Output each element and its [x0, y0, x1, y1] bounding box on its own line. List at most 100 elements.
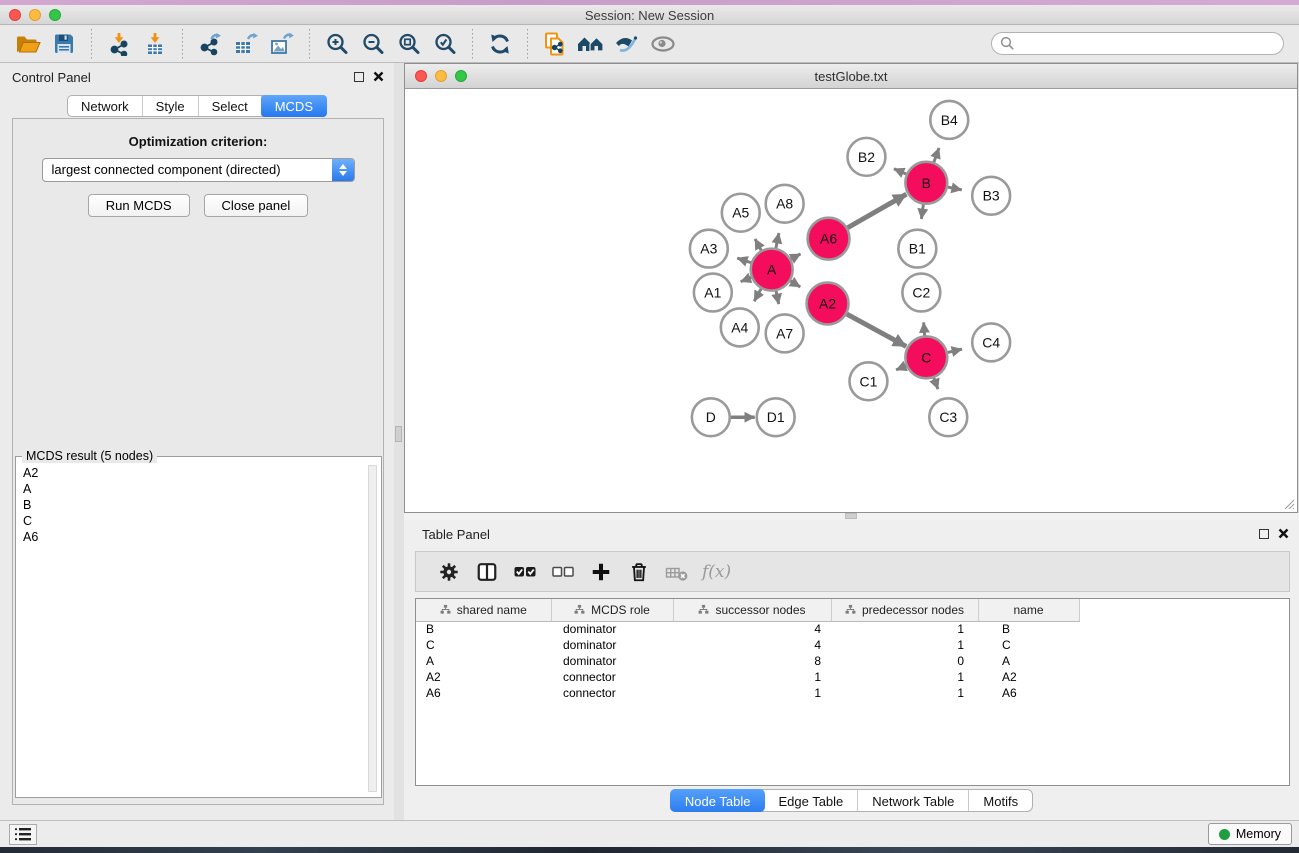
edge-C-C3[interactable]: [934, 378, 938, 389]
export-table-button[interactable]: [230, 28, 262, 60]
close-panel-icon[interactable]: [1278, 528, 1289, 539]
result-item-a6[interactable]: A6: [21, 529, 365, 545]
create-column-button[interactable]: [582, 555, 620, 589]
zoom-out-button[interactable]: [357, 28, 389, 60]
zoom-fit-button[interactable]: [393, 28, 425, 60]
edge-A-A1[interactable]: [741, 278, 752, 282]
cell-successor-nodes[interactable]: 4: [673, 621, 831, 637]
tab-style[interactable]: Style: [143, 96, 199, 116]
cell-name[interactable]: B: [978, 621, 1079, 637]
node-A8[interactable]: A8: [766, 185, 804, 223]
new-network-from-selection-button[interactable]: [539, 28, 571, 60]
column-header-name[interactable]: name: [978, 599, 1079, 621]
table-tab-network-table[interactable]: Network Table: [858, 790, 969, 811]
edge-A-A7[interactable]: [776, 291, 779, 304]
edge-B-B4[interactable]: [934, 148, 939, 162]
cell-successor-nodes[interactable]: 1: [673, 685, 831, 701]
table-tab-edge-table[interactable]: Edge Table: [764, 790, 858, 811]
import-table-button[interactable]: [139, 28, 171, 60]
table-row-b[interactable]: Bdominator41B: [416, 621, 1289, 637]
node-A5[interactable]: A5: [722, 194, 760, 232]
node-A2[interactable]: A2: [807, 283, 849, 325]
splitter-grip[interactable]: [395, 426, 402, 442]
node-B3[interactable]: B3: [972, 177, 1010, 215]
cell-predecessor-nodes[interactable]: 1: [831, 685, 978, 701]
cell-shared-name[interactable]: A2: [416, 669, 551, 685]
node-A1[interactable]: A1: [694, 274, 732, 312]
search-input[interactable]: [1020, 36, 1275, 51]
result-item-a[interactable]: A: [21, 481, 365, 497]
edge-A-A4[interactable]: [754, 289, 761, 301]
table-options-button[interactable]: [430, 555, 468, 589]
cell-successor-nodes[interactable]: 1: [673, 669, 831, 685]
tab-network[interactable]: Network: [68, 96, 143, 116]
splitter-grip[interactable]: [845, 513, 857, 519]
cell-shared-name[interactable]: A: [416, 653, 551, 669]
node-A3[interactable]: A3: [690, 230, 728, 268]
criterion-select[interactable]: largest connected component (directed): [42, 158, 355, 182]
cell-predecessor-nodes[interactable]: 0: [831, 653, 978, 669]
delete-column-button[interactable]: [620, 555, 658, 589]
float-panel-icon[interactable]: [1259, 529, 1269, 539]
node-D[interactable]: D: [692, 398, 730, 436]
node-A[interactable]: A: [751, 249, 793, 291]
node-C3[interactable]: C3: [929, 398, 967, 436]
vertical-splitter[interactable]: [394, 63, 404, 820]
network-canvas[interactable]: AA1A3A5A8A4A7A6A2BB2B4B3B1C2CC4C1C3DD1: [405, 89, 1297, 512]
cell-predecessor-nodes[interactable]: 1: [831, 621, 978, 637]
column-header-predecessor-nodes[interactable]: predecessor nodes: [831, 599, 978, 621]
node-B1[interactable]: B1: [898, 230, 936, 268]
edge-A6-B[interactable]: [848, 194, 907, 228]
edge-A2-C[interactable]: [847, 314, 906, 346]
import-network-button[interactable]: [103, 28, 135, 60]
open-session-button[interactable]: [12, 28, 44, 60]
edge-A-A6[interactable]: [791, 254, 801, 259]
cell-shared-name[interactable]: C: [416, 637, 551, 653]
close-panel-icon[interactable]: [373, 71, 384, 82]
save-session-button[interactable]: [48, 28, 80, 60]
horizontal-splitter[interactable]: [404, 513, 1299, 520]
edge-B-B1[interactable]: [921, 205, 923, 219]
table-tab-node-table[interactable]: Node Table: [670, 789, 766, 812]
hide-selected-button[interactable]: [611, 28, 643, 60]
cell-successor-nodes[interactable]: 4: [673, 637, 831, 653]
node-C4[interactable]: C4: [972, 323, 1010, 361]
function-builder-button[interactable]: f(x): [696, 555, 731, 589]
column-header-mcds-role[interactable]: MCDS role: [551, 599, 673, 621]
table-row-a2[interactable]: A2connector11A2: [416, 669, 1289, 685]
select-all-columns-button[interactable]: [506, 555, 544, 589]
result-scrollbar[interactable]: [368, 465, 377, 792]
cell-name[interactable]: A6: [978, 685, 1079, 701]
node-A6[interactable]: A6: [808, 218, 850, 260]
network-frame-titlebar[interactable]: testGlobe.txt: [405, 64, 1297, 89]
node-B4[interactable]: B4: [930, 101, 968, 139]
node-B2[interactable]: B2: [848, 138, 886, 176]
result-item-a2[interactable]: A2: [21, 465, 365, 481]
edge-C-C4[interactable]: [948, 349, 962, 352]
edge-C-C2[interactable]: [924, 322, 925, 335]
table-row-c[interactable]: Cdominator41C: [416, 637, 1289, 653]
float-panel-icon[interactable]: [354, 72, 364, 82]
edge-B-B3[interactable]: [948, 187, 962, 190]
tab-mcds[interactable]: MCDS: [261, 95, 327, 117]
cell-mcds-role[interactable]: connector: [551, 685, 673, 701]
node-D1[interactable]: D1: [757, 398, 795, 436]
result-item-c[interactable]: C: [21, 513, 365, 529]
export-network-button[interactable]: [194, 28, 226, 60]
cell-mcds-role[interactable]: dominator: [551, 637, 673, 653]
column-header-successor-nodes[interactable]: successor nodes: [673, 599, 831, 621]
zoom-selected-button[interactable]: [429, 28, 461, 60]
main-titlebar[interactable]: Session: New Session: [0, 5, 1299, 25]
column-header-shared-name[interactable]: shared name: [416, 599, 551, 621]
cell-shared-name[interactable]: A6: [416, 685, 551, 701]
apply-layout-button[interactable]: [484, 28, 516, 60]
table-row-a[interactable]: Adominator80A: [416, 653, 1289, 669]
frame-resize-grip[interactable]: [1283, 498, 1295, 510]
edge-A-A5[interactable]: [755, 239, 761, 250]
cell-name[interactable]: C: [978, 637, 1079, 653]
show-panels-button[interactable]: [9, 824, 37, 845]
cell-shared-name[interactable]: B: [416, 621, 551, 637]
cell-name[interactable]: A: [978, 653, 1079, 669]
edge-A-A8[interactable]: [776, 233, 779, 248]
close-panel-button[interactable]: Close panel: [204, 194, 309, 217]
